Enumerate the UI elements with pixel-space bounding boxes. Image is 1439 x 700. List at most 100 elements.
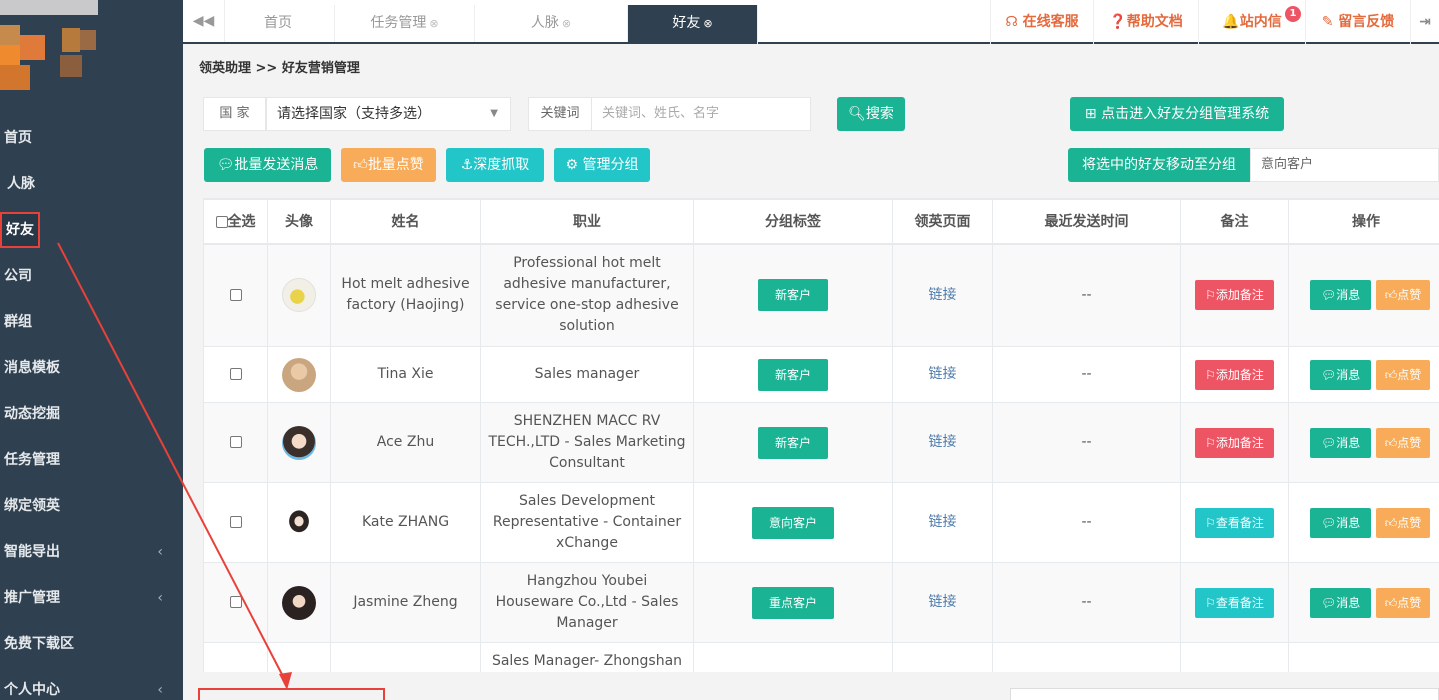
move-to-group-button[interactable]: 将选中的好友移动至分组 [1068, 148, 1250, 182]
logout-icon[interactable]: ⇥ [1410, 0, 1439, 44]
like-button[interactable]: 👍︎点赞 [1375, 427, 1431, 458]
remark-label: 添加备注 [1215, 367, 1264, 382]
tab-home[interactable]: 首页 [225, 5, 335, 42]
keyword-label: 关键词 [528, 97, 592, 131]
message-button[interactable]: 💬︎消息 [1310, 587, 1372, 618]
like-button[interactable]: 👍︎点赞 [1375, 359, 1431, 390]
manage-groups-button[interactable]: ⚙ 管理分组 [554, 148, 650, 182]
inbox-link[interactable]: 🔔站内信 1 [1198, 0, 1305, 44]
add-remark-button[interactable]: ⚐添加备注 [1195, 359, 1274, 390]
last-sent-cell: -- [992, 402, 1181, 483]
search-button[interactable]: 🔍︎搜索 [837, 97, 905, 131]
sidebar-item-profile[interactable]: 个人中心 ‹ [0, 667, 183, 700]
remark-cell: ⚐添加备注 [1180, 346, 1289, 403]
select-all-checkbox[interactable] [215, 216, 228, 229]
view-remark-button[interactable]: ⚐查看备注 [1195, 587, 1274, 618]
row-checkbox[interactable] [229, 288, 242, 301]
sidebar-item-activity-mining[interactable]: 动态挖掘 [0, 391, 183, 437]
avatar-cell [267, 346, 331, 403]
tab-task-management[interactable]: 任务管理 ⊗ [335, 5, 475, 42]
sidebar-item-contacts[interactable]: 人脉 [0, 161, 183, 207]
linkedin-link[interactable]: 链接 [929, 514, 957, 530]
linkedin-link[interactable]: 链接 [929, 366, 957, 382]
group-tag-badge[interactable]: 意向客户 [751, 506, 834, 539]
feedback-link[interactable]: ✎ 留言反馈 [1305, 0, 1410, 44]
message-button[interactable]: 💬︎消息 [1310, 359, 1372, 390]
last-sent-cell: -- [992, 243, 1181, 347]
like-button[interactable]: 👍︎点赞 [1375, 587, 1431, 618]
batch-message-label: 批量发送消息 [234, 157, 319, 173]
row-checkbox[interactable] [229, 436, 242, 448]
close-icon[interactable]: ⊗ [703, 17, 712, 30]
table-header-row: 全选 头像 姓名 职业 分组标签 领英页面 最近发送时间 备注 操作 [203, 199, 1439, 245]
sidebar-item-label: 公司 [4, 268, 32, 284]
close-icon[interactable]: ⊗ [429, 17, 438, 30]
sidebar-item-company[interactable]: 公司 [0, 253, 183, 299]
select-all-label: 全选 [227, 214, 256, 231]
batch-like-label: 批量点赞 [367, 157, 424, 173]
sidebar-item-home[interactable]: 首页 [0, 115, 183, 161]
sidebar-item-promotion[interactable]: 推广管理 ‹ [0, 575, 183, 621]
row-checkbox[interactable] [229, 596, 242, 608]
linkedin-link[interactable]: 链接 [929, 287, 957, 303]
tabs-back-icon[interactable]: ◀◀ [183, 0, 225, 42]
message-button[interactable]: 💬︎消息 [1310, 507, 1372, 538]
tab-friends[interactable]: 好友 ⊗ [628, 5, 758, 44]
batch-like-button[interactable]: 👍︎批量点赞 [341, 148, 436, 182]
avatar-cell [267, 243, 331, 347]
pagination[interactable] [1010, 688, 1439, 700]
message-button[interactable]: 💬︎消息 [1310, 427, 1372, 458]
add-remark-button[interactable]: ⚐添加备注 [1195, 280, 1274, 311]
sidebar-item-bind-linkedin[interactable]: 绑定领英 [0, 483, 183, 529]
sidebar-item-smart-export[interactable]: 智能导出 ‹ [0, 529, 183, 575]
linkedin-link[interactable]: 链接 [929, 594, 957, 610]
select-all-header[interactable]: 全选 [203, 199, 268, 245]
table-row: Jasmine Zheng Hangzhou Youbei Houseware … [203, 562, 1439, 643]
sidebar-item-label: 首页 [4, 130, 32, 146]
remark-cell: ⚐添加备注 [1180, 243, 1289, 347]
breadcrumb: 领英助理 >> 好友营销管理 [199, 61, 360, 76]
country-select[interactable]: 请选择国家（支持多选） ▼ [266, 97, 511, 131]
sidebar-item-groups[interactable]: 群组 [0, 299, 183, 345]
ops-cell: 💬︎消息 👍︎点赞 [1288, 482, 1439, 563]
help-docs-link[interactable]: ❓帮助文档 [1093, 0, 1198, 44]
like-label: 点赞 [1397, 515, 1422, 530]
message-button[interactable]: 💬︎消息 [1310, 280, 1372, 311]
message-label: 消息 [1336, 435, 1361, 450]
manage-groups-label: 管理分组 [582, 157, 639, 173]
tab-label: 好友 [672, 15, 701, 31]
keyword-input[interactable]: 关键词、姓氏、名字 [591, 97, 811, 131]
name-header: 姓名 [330, 199, 481, 245]
sidebar-item-label: 任务管理 [4, 452, 60, 468]
job-cell: SHENZHEN MACC RV TECH.,LTD - Sales Marke… [480, 402, 694, 483]
tag-cell: 新客户 [693, 243, 893, 347]
target-group-select[interactable]: 意向客户 [1250, 148, 1439, 182]
tab-contacts[interactable]: 人脉 ⊗ [475, 5, 628, 42]
view-remark-button[interactable]: ⚐查看备注 [1195, 507, 1274, 538]
bookmark-icon: ⚐ [1205, 288, 1216, 303]
group-tag-badge[interactable]: 新客户 [757, 358, 828, 391]
deep-fetch-button[interactable]: ⚓︎深度抓取 [446, 148, 544, 182]
like-button[interactable]: 👍︎点赞 [1375, 280, 1431, 311]
sidebar-item-label: 人脉 [7, 176, 35, 192]
add-remark-button[interactable]: ⚐添加备注 [1195, 427, 1274, 458]
group-system-button[interactable]: ⊞ 点击进入好友分组管理系统 [1070, 97, 1284, 131]
online-service-link[interactable]: ☊ 在线客服 [990, 0, 1093, 44]
like-button[interactable]: 👍︎点赞 [1375, 507, 1431, 538]
row-checkbox[interactable] [229, 516, 242, 528]
row-checkbox[interactable] [229, 368, 242, 380]
close-icon[interactable]: ⊗ [562, 17, 571, 30]
table-row: Hot melt adhesive factory (Haojing) Prof… [203, 243, 1439, 347]
sidebar-item-free-downloads[interactable]: 免费下载区 [0, 621, 183, 667]
group-tag-badge[interactable]: 新客户 [757, 279, 828, 312]
remark-label: 添加备注 [1215, 288, 1264, 303]
sidebar-item-message-templates[interactable]: 消息模板 [0, 345, 183, 391]
sidebar-item-task-management[interactable]: 任务管理 [0, 437, 183, 483]
group-tag-badge[interactable]: 重点客户 [751, 586, 834, 619]
row-select-cell [203, 243, 268, 347]
sidebar-item-friends[interactable]: 好友 [0, 207, 183, 253]
name-cell: Hot melt adhesive factory (Haojing) [330, 243, 481, 347]
linkedin-link[interactable]: 链接 [929, 434, 957, 450]
batch-message-button[interactable]: 💬︎批量发送消息 [204, 148, 331, 182]
group-tag-badge[interactable]: 新客户 [757, 426, 828, 459]
